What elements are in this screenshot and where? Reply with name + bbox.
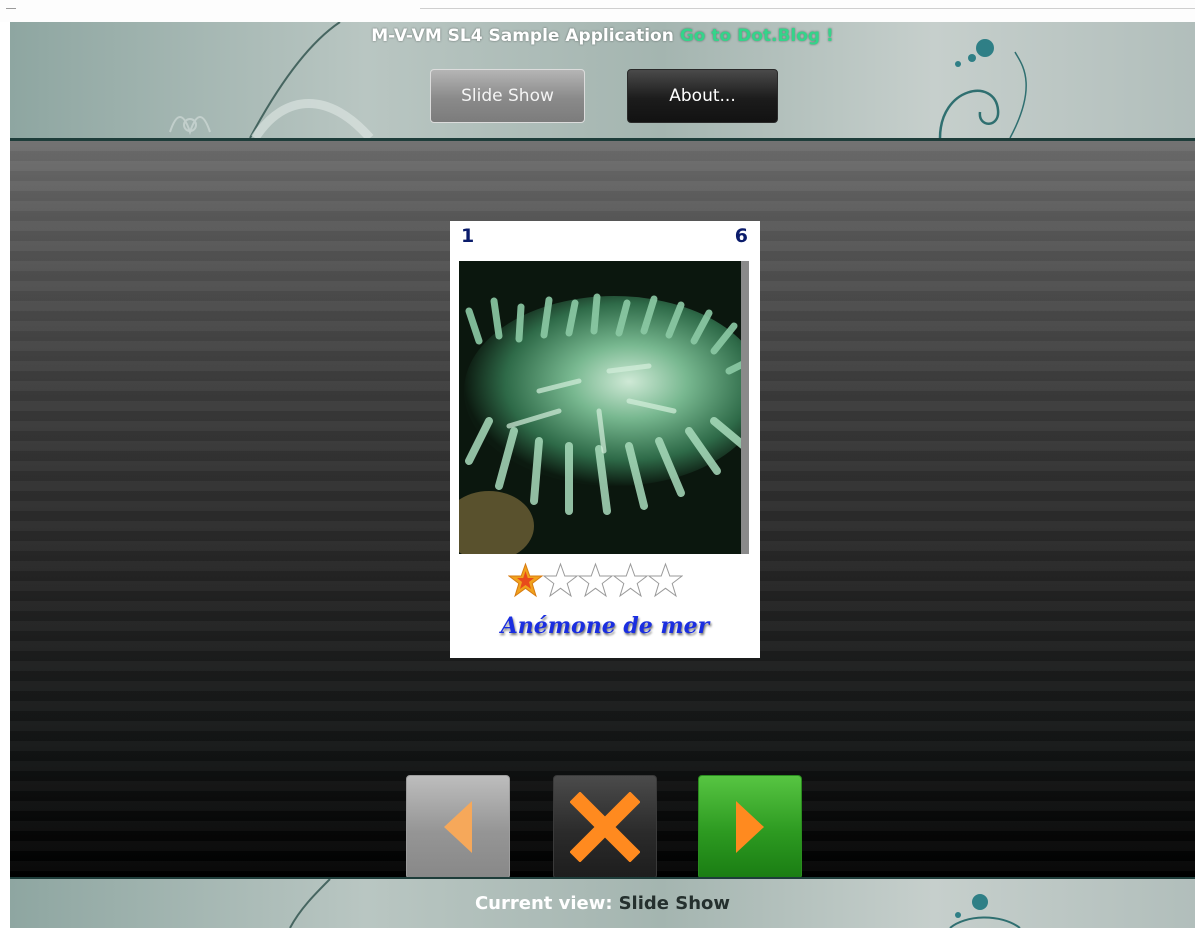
slideshow-view: 1 6 Anémone de mer	[10, 141, 1195, 877]
current-index: 1	[461, 225, 475, 247]
anemone-photo	[459, 261, 749, 554]
star-filled-icon[interactable]	[508, 561, 543, 601]
status-value: Slide Show	[618, 893, 731, 914]
close-x-icon	[570, 792, 640, 862]
next-button[interactable]	[698, 775, 802, 877]
close-button[interactable]	[553, 775, 657, 877]
left-arrow-icon	[444, 801, 472, 853]
app-title-text: M-V-VM SL4 Sample Application	[371, 26, 674, 46]
anemone-image	[459, 261, 749, 554]
status-bar: Current view: Slide Show	[10, 893, 1195, 914]
app-title: M-V-VM SL4 Sample Application Go to Dot.B…	[10, 26, 1195, 46]
about-button[interactable]: About...	[627, 69, 778, 123]
photo-card: 1 6 Anémone de mer	[450, 221, 760, 658]
right-arrow-icon	[736, 801, 764, 853]
silverlight-app: M-V-VM SL4 Sample Application Go to Dot.B…	[10, 22, 1195, 928]
strip-tick	[6, 8, 16, 9]
slideshow-button[interactable]: Slide Show	[430, 69, 585, 123]
star-empty-icon[interactable]	[648, 561, 683, 601]
photo-edge	[741, 261, 749, 554]
photo-caption: Anémone de mer	[500, 613, 710, 639]
star-rating[interactable]	[508, 561, 683, 601]
previous-button[interactable]	[406, 775, 510, 877]
app-footer: Current view: Slide Show	[10, 877, 1195, 928]
star-empty-icon[interactable]	[613, 561, 648, 601]
star-empty-icon[interactable]	[578, 561, 613, 601]
total-count: 6	[734, 225, 748, 247]
browser-top-strip	[0, 0, 1195, 22]
status-label: Current view:	[474, 893, 613, 914]
app-header: M-V-VM SL4 Sample Application Go to Dot.B…	[10, 22, 1195, 141]
dotblog-link[interactable]: Go to Dot.Blog !	[680, 26, 834, 46]
star-empty-icon[interactable]	[543, 561, 578, 601]
strip-divider	[420, 8, 1195, 9]
